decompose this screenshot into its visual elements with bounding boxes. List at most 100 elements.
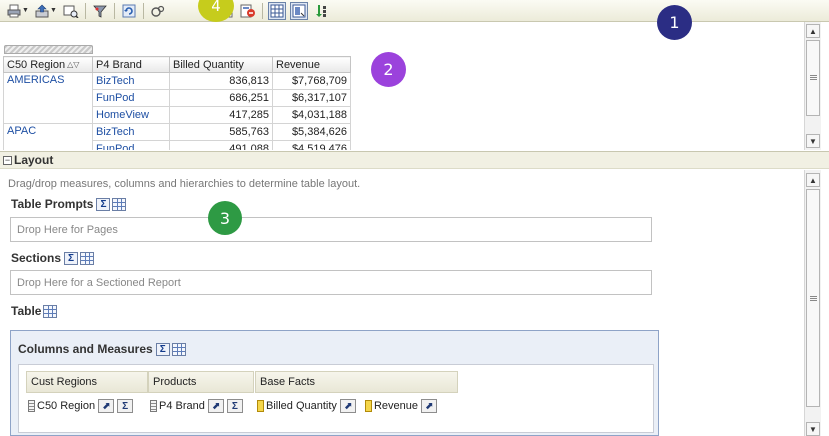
exclude-icon (240, 4, 255, 17)
column-header-label: P4 Brand (96, 58, 142, 71)
sort-button[interactable] (312, 2, 330, 20)
dimension-column-icon (150, 400, 157, 412)
region-cell[interactable]: AMERICAS (3, 72, 93, 124)
measure-column-icon (257, 400, 264, 412)
columns-dropzone[interactable]: Cust Regions C50 Region ⬈ Σ Products P4 … (18, 364, 654, 433)
sigma-icon[interactable]: Σ (226, 399, 243, 413)
column-item-label: C50 Region (37, 400, 96, 412)
chevron-down-icon: ▼ (22, 7, 29, 14)
column-item[interactable]: C50 Region ⬈ Σ (26, 393, 148, 419)
scroll-down-button[interactable]: ▼ (806, 134, 820, 148)
column-header-region[interactable]: C50 Region △▽ (3, 56, 93, 73)
table-prompts-dropzone[interactable]: Drop Here for Pages (10, 217, 652, 242)
column-header-revenue[interactable]: Revenue (272, 56, 351, 73)
toolbar-separator (261, 2, 263, 19)
preview-scrollbar[interactable]: ▲ ▼ (804, 22, 821, 150)
column-properties-icon[interactable]: ⬈ (339, 399, 356, 413)
pivot-grid-icon[interactable] (171, 342, 186, 356)
section-label: Columns and Measures (18, 342, 153, 356)
column-header-brand[interactable]: P4 Brand (92, 56, 170, 73)
brand-cell[interactable]: HomeView (92, 106, 170, 124)
column-item[interactable]: P4 Brand ⬈ Σ (148, 393, 254, 419)
column-item[interactable]: Revenue ⬈ (364, 399, 437, 413)
column-item[interactable]: Billed Quantity ⬈ (257, 399, 356, 413)
column-properties-icon[interactable]: ⬈ (420, 399, 437, 413)
column-header-quantity[interactable]: Billed Quantity (169, 56, 273, 73)
grip-icon (810, 296, 817, 302)
print-icon (7, 4, 21, 17)
table-view-icon (270, 4, 284, 17)
export-button[interactable]: ▼ (34, 2, 58, 20)
sections-dropzone[interactable]: Drop Here for a Sectioned Report (10, 270, 652, 295)
scroll-up-button[interactable]: ▲ (806, 173, 820, 187)
sections-title: Sections Σ (11, 251, 95, 265)
group-header[interactable]: Cust Regions (26, 371, 148, 393)
sigma-icon[interactable]: Σ (117, 399, 134, 413)
chevron-down-icon: ▼ (809, 424, 817, 434)
view-button[interactable] (62, 2, 80, 20)
sigma-icon[interactable]: Σ (64, 251, 79, 265)
revenue-cell: $7,768,709 (272, 72, 351, 90)
section-label: Sections (11, 251, 62, 265)
settings-icon (151, 5, 164, 17)
toolbar-separator (142, 2, 144, 19)
exclude-button[interactable] (239, 2, 257, 20)
results-preview: C50 Region △▽ P4 Brand Billed Quantity Re… (0, 22, 804, 150)
chevron-up-icon: ▲ (809, 175, 817, 185)
column-properties-icon[interactable]: ⬈ (98, 399, 115, 413)
scroll-down-button[interactable]: ▼ (806, 422, 820, 436)
filter-button[interactable] (91, 2, 109, 20)
table-row: AMERICAS BizTech 836,813 $7,768,709 (3, 72, 351, 124)
section-label: Table Prompts (11, 197, 94, 211)
print-button[interactable]: ▼ (6, 2, 30, 20)
scroll-up-button[interactable]: ▲ (806, 24, 820, 38)
measure-column-icon (364, 400, 372, 412)
brand-cell[interactable]: BizTech (92, 72, 170, 90)
layout-toggle-button[interactable] (289, 1, 308, 20)
column-properties-icon[interactable]: ⬈ (207, 399, 224, 413)
quantity-cell: 836,813 (169, 72, 273, 90)
callout-badge-3: 3 (208, 201, 242, 235)
group-header[interactable]: Base Facts (255, 371, 458, 393)
collapse-icon[interactable]: − (3, 155, 12, 165)
quantity-cell: 417,285 (169, 106, 273, 124)
brand-cell[interactable]: FunPod (92, 140, 170, 150)
sort-arrows-icon[interactable]: △▽ (67, 60, 79, 69)
layout-scrollbar[interactable]: ▲ ▼ (804, 170, 821, 436)
table-drag-handle[interactable] (4, 45, 93, 54)
layout-section-header[interactable]: − Layout (0, 151, 829, 169)
group-cust-regions: Cust Regions C50 Region ⬈ Σ (26, 371, 148, 419)
brand-cell[interactable]: BizTech (92, 123, 170, 141)
chevron-down-icon: ▼ (809, 136, 817, 146)
pivot-grid-icon[interactable] (43, 304, 58, 318)
column-item-label: Billed Quantity (266, 400, 337, 412)
export-icon (35, 4, 49, 17)
refresh-button[interactable] (120, 2, 138, 20)
group-products: Products P4 Brand ⬈ Σ (148, 371, 254, 419)
scroll-thumb[interactable] (806, 189, 820, 407)
results-table: C50 Region △▽ P4 Brand Billed Quantity Re… (3, 56, 351, 150)
measure-items: Billed Quantity ⬈ Revenue ⬈ (255, 393, 458, 419)
sort-icon (315, 4, 326, 17)
brand-cell[interactable]: FunPod (92, 89, 170, 107)
sigma-icon[interactable]: Σ (96, 197, 111, 211)
revenue-cell: $4,031,188 (272, 106, 351, 124)
table-row: APAC BizTech 585,763 $5,384,626 (3, 123, 351, 150)
layout-pane: Drag/drop measures, columns and hierarch… (0, 170, 804, 436)
sigma-icon[interactable]: Σ (155, 342, 170, 356)
revenue-cell: $4,519,476 (272, 140, 351, 150)
pivot-grid-icon[interactable] (80, 251, 95, 265)
toolbar-separator (113, 2, 115, 19)
pivot-grid-icon[interactable] (112, 197, 127, 211)
settings-button[interactable] (149, 2, 167, 20)
toolbar: ▼ ▼ (0, 0, 829, 22)
group-header[interactable]: Products (148, 371, 254, 393)
table-prompts-title: Table Prompts Σ (11, 197, 127, 211)
table-view-button[interactable] (267, 1, 286, 20)
columns-measures-panel: Columns and Measures Σ Cust Regions C50 … (10, 330, 659, 436)
dimension-column-icon (28, 400, 35, 412)
grip-icon (810, 75, 817, 81)
column-header-label: Revenue (276, 58, 321, 71)
region-cell[interactable]: APAC (3, 123, 93, 150)
scroll-thumb[interactable] (806, 40, 820, 116)
